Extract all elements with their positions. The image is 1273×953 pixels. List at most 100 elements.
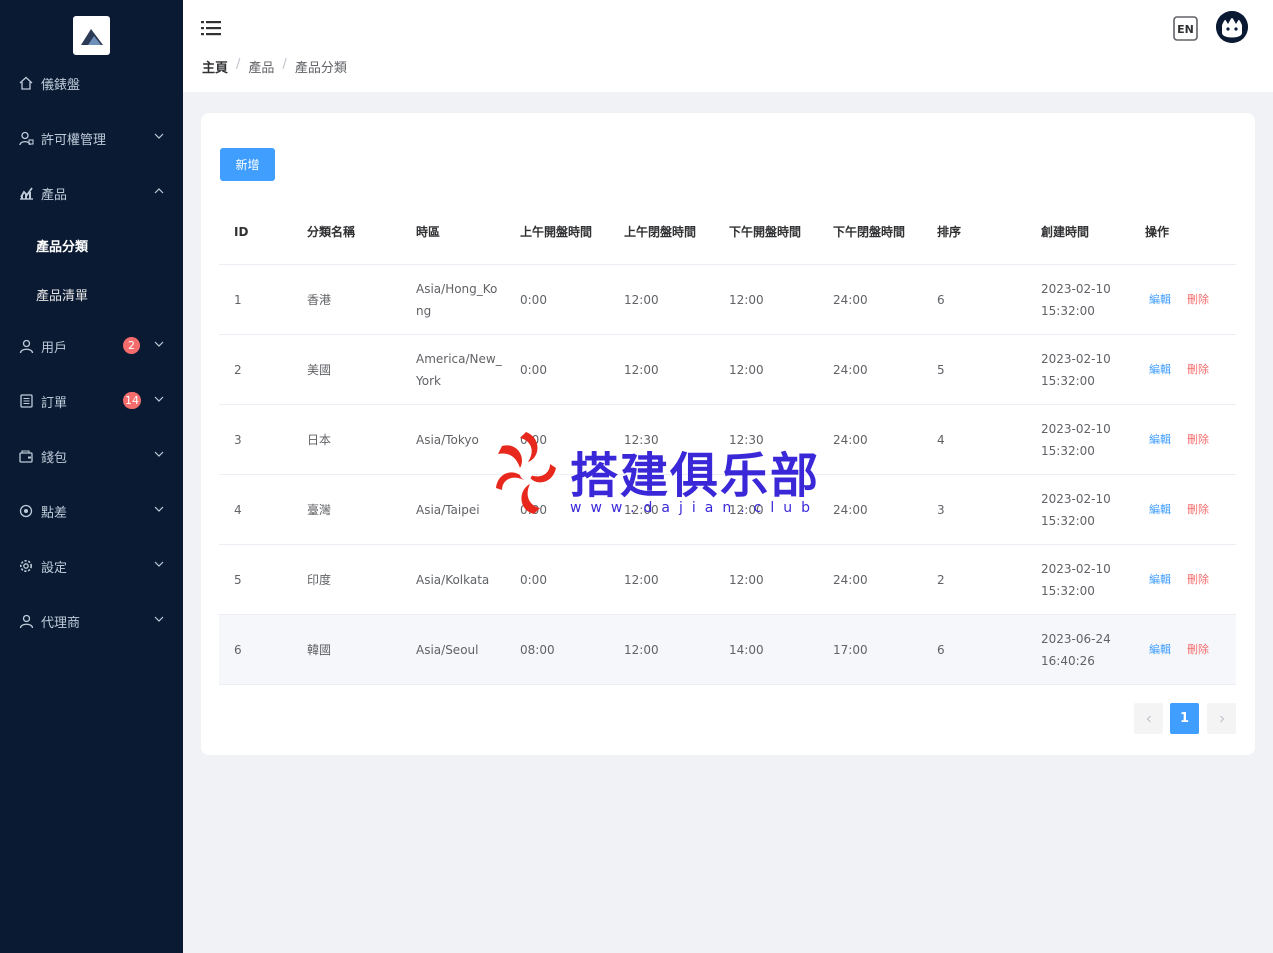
edit-link[interactable]: 編輯 — [1149, 499, 1171, 521]
user-avatar[interactable] — [1216, 11, 1248, 43]
cell-created: 2023-06-24 16:40:26 — [1041, 615, 1121, 685]
agent-icon — [18, 613, 34, 629]
cell-tz: Asia/Hong_Kong — [416, 282, 498, 318]
avatar-face-icon — [1216, 11, 1248, 43]
next-page-button[interactable] — [1207, 703, 1236, 734]
sidebar-item-spread[interactable]: 點差 — [0, 489, 183, 533]
sidebar-item-label: 訂單 — [41, 395, 68, 411]
created-time: 15:32:00 — [1041, 584, 1095, 598]
table-row: 2 美國 America/New_York 0:00 12:00 12:00 24:00 5 2… — [219, 335, 1236, 405]
sidebar-item-permissions[interactable]: 許可權管理 — [0, 116, 183, 160]
delete-link[interactable]: 刪除 — [1187, 499, 1209, 521]
cell-name: 美國 — [307, 363, 332, 377]
cell-name: 印度 — [307, 573, 332, 587]
column-header: 下午閉盤時間 — [833, 224, 906, 239]
sidebar-item-label: 儀錶盤 — [41, 77, 81, 93]
users-count-badge: 2 — [123, 337, 140, 354]
breadcrumb-products[interactable]: 產品 — [248, 57, 274, 76]
cell-am-open: 08:00 — [520, 643, 555, 657]
add-button[interactable]: 新增 — [220, 148, 275, 181]
edit-link[interactable]: 編輯 — [1149, 289, 1171, 311]
edit-link[interactable]: 編輯 — [1149, 569, 1171, 591]
cell-pm-close: 24:00 — [833, 573, 868, 587]
sidebar-item-product-categories[interactable]: 產品分類 — [0, 223, 183, 267]
column-header: 排序 — [937, 224, 962, 239]
cell-actions: 編輯 刪除 — [1149, 615, 1229, 685]
sidebar-item-settings[interactable]: 設定 — [0, 544, 183, 588]
sidebar-item-orders[interactable]: 訂單 14 — [0, 379, 183, 423]
chart-icon — [18, 185, 34, 201]
cell-created: 2023-02-10 15:32:00 — [1041, 475, 1121, 545]
cell-am-open: 0:00 — [520, 293, 547, 307]
language-switch-icon[interactable]: EN — [1173, 16, 1198, 41]
cell-sort: 3 — [937, 503, 945, 517]
created-time: 16:40:26 — [1041, 654, 1095, 668]
edit-link[interactable]: 編輯 — [1149, 359, 1171, 381]
cell-tz: Asia/Kolkata — [416, 573, 490, 587]
user-lock-icon — [18, 130, 34, 146]
cell-created: 2023-02-10 15:32:00 — [1041, 335, 1121, 405]
cell-actions: 編輯 刪除 — [1149, 335, 1229, 405]
sidebar-item-agents[interactable]: 代理商 — [0, 599, 183, 643]
column-header: 操作 — [1145, 224, 1170, 239]
user-icon — [18, 338, 34, 354]
logo-mountain-icon — [80, 28, 103, 45]
target-icon — [18, 503, 34, 519]
delete-link[interactable]: 刪除 — [1187, 359, 1209, 381]
column-header: 下午開盤時間 — [729, 224, 802, 239]
delete-link[interactable]: 刪除 — [1187, 639, 1209, 661]
column-header: 分類名稱 — [307, 224, 356, 239]
sidebar-item-label: 產品清單 — [36, 288, 89, 304]
menu-toggle-icon[interactable] — [201, 19, 221, 37]
cell-actions: 編輯 刪除 — [1149, 545, 1229, 615]
cell-pm-close: 24:00 — [833, 503, 868, 517]
cell-pm-close: 17:00 — [833, 643, 868, 657]
cell-sort: 4 — [937, 433, 945, 447]
cell-id: 5 — [234, 573, 242, 587]
delete-link[interactable]: 刪除 — [1187, 569, 1209, 591]
created-time: 15:32:00 — [1041, 374, 1095, 388]
language-label: EN — [1177, 23, 1194, 36]
page-number-button[interactable]: 1 — [1170, 703, 1199, 734]
sidebar-item-products[interactable]: 產品 — [0, 171, 183, 215]
delete-link[interactable]: 刪除 — [1187, 429, 1209, 451]
edit-link[interactable]: 編輯 — [1149, 429, 1171, 451]
created-time: 15:32:00 — [1041, 304, 1095, 318]
sidebar-item-label: 設定 — [41, 560, 68, 576]
sidebar: 儀錶盤 許可權管理 產品 產品分類 產品清單 用戶 2 訂單 14 錢包 點差 … — [0, 0, 183, 953]
column-header: ID — [234, 224, 249, 239]
sidebar-item-label: 許可權管理 — [41, 132, 107, 148]
orders-count-badge: 14 — [123, 392, 141, 409]
table-row: 6 韓國 Asia/Seoul 08:00 12:00 14:00 17:00 6 2023-0… — [219, 615, 1236, 685]
cell-sort: 6 — [937, 643, 945, 657]
logo[interactable] — [73, 16, 110, 55]
delete-link[interactable]: 刪除 — [1187, 289, 1209, 311]
cell-sort: 2 — [937, 573, 945, 587]
cell-pm-open: 14:00 — [729, 643, 764, 657]
watermark-logo-icon — [496, 432, 556, 514]
cell-am-close: 12:00 — [624, 293, 659, 307]
sidebar-item-product-list[interactable]: 產品清單 — [0, 272, 183, 316]
table-header: ID 分類名稱 時區 上午開盤時間 上午閉盤時間 下午開盤時間 下午閉盤時間 排… — [219, 198, 1236, 265]
cell-sort: 5 — [937, 363, 945, 377]
table-row: 1 香港 Asia/Hong_Kong 0:00 12:00 12:00 24:00 6 202… — [219, 265, 1236, 335]
created-date: 2023-02-10 — [1041, 282, 1111, 296]
chevron-right-icon — [1219, 715, 1224, 722]
prev-page-button[interactable] — [1134, 703, 1163, 734]
chevron-down-icon — [154, 451, 164, 457]
table-row: 5 印度 Asia/Kolkata 0:00 12:00 12:00 24:00 2 2023-… — [219, 545, 1236, 615]
column-header: 上午開盤時間 — [520, 224, 593, 239]
sidebar-item-wallet[interactable]: 錢包 — [0, 434, 183, 478]
cell-name: 日本 — [307, 433, 332, 447]
created-date: 2023-06-24 — [1041, 632, 1111, 646]
cell-pm-open: 12:00 — [729, 293, 764, 307]
cell-am-close: 12:00 — [624, 363, 659, 377]
cell-actions: 編輯 刪除 — [1149, 475, 1229, 545]
chevron-left-icon — [1146, 715, 1151, 722]
sidebar-item-label: 產品 — [41, 187, 68, 203]
sidebar-item-users[interactable]: 用戶 2 — [0, 324, 183, 368]
edit-link[interactable]: 編輯 — [1149, 639, 1171, 661]
chevron-up-icon — [154, 188, 164, 194]
sidebar-item-dashboard[interactable]: 儀錶盤 — [0, 61, 183, 105]
breadcrumb-home[interactable]: 主頁 — [202, 57, 228, 76]
